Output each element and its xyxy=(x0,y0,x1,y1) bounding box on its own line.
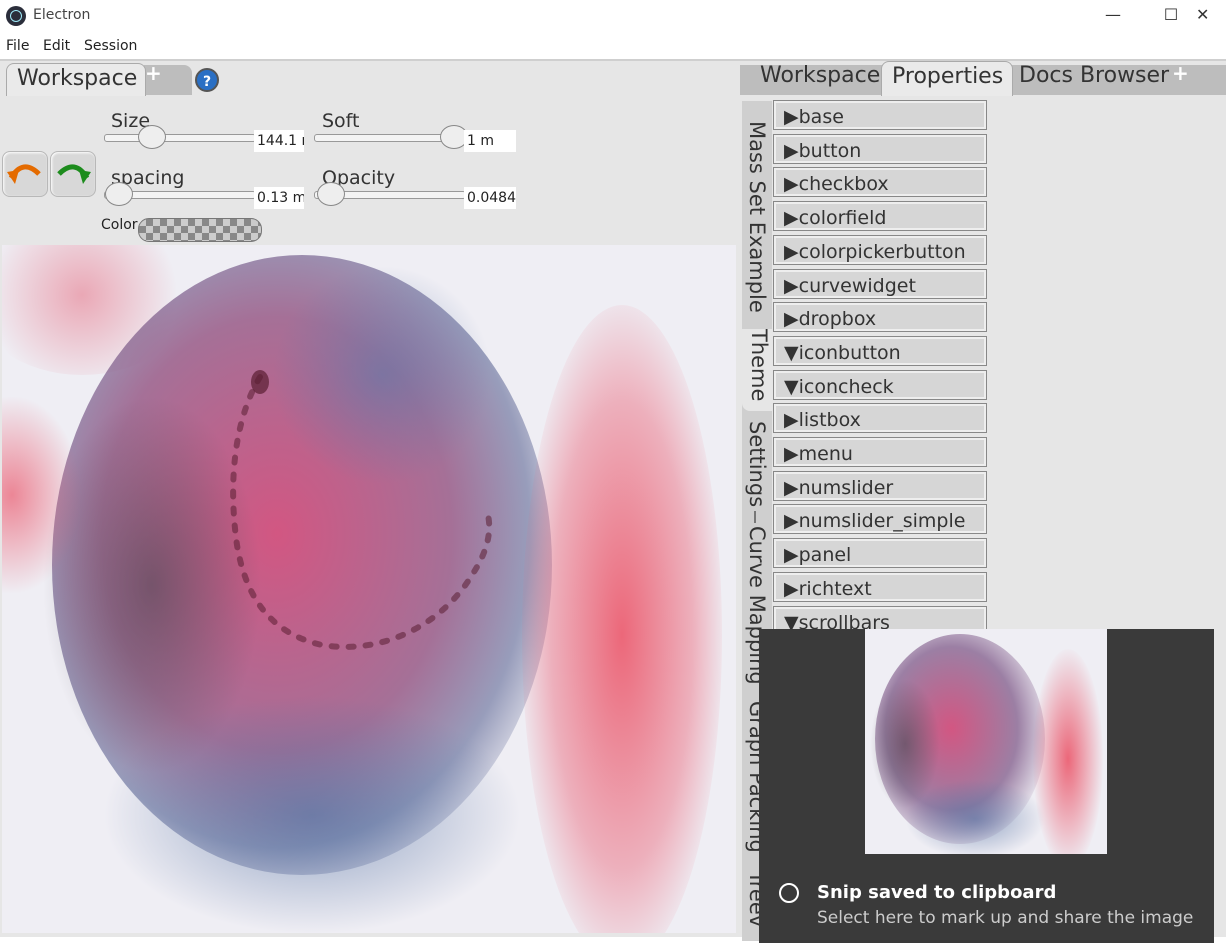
painting-canvas[interactable] xyxy=(2,245,736,933)
menu-bar: File Edit Session xyxy=(0,36,1226,58)
color-label: Color xyxy=(101,217,138,233)
property-label: curvewidget xyxy=(798,274,916,297)
property-label: panel xyxy=(798,544,852,567)
collapsed-arrow-icon: ▶ xyxy=(784,476,799,499)
close-button[interactable]: ✕ xyxy=(1196,0,1226,32)
property-menu[interactable]: ▶menu xyxy=(773,437,987,467)
snip-thumbnail[interactable] xyxy=(865,629,1107,854)
side-tab-divider xyxy=(754,511,756,523)
collapsed-arrow-icon: ▶ xyxy=(784,207,799,230)
property-label: iconcheck xyxy=(798,375,894,398)
collapsed-arrow-icon: ▶ xyxy=(784,443,799,465)
property-base[interactable]: ▶base xyxy=(773,100,987,130)
snip-notification[interactable]: Snip saved to clipboard Select here to m… xyxy=(759,629,1214,943)
brush-dots-overlay xyxy=(230,370,493,650)
title-bar: Electron — ☐ ✕ xyxy=(0,0,1226,32)
electron-logo-icon xyxy=(6,6,26,26)
property-button[interactable]: ▶button xyxy=(773,133,987,164)
tab-workspace-right[interactable]: Workspace xyxy=(760,63,880,88)
property-panel[interactable]: ▶panel xyxy=(773,538,987,569)
paint-stroke xyxy=(1033,649,1103,854)
property-dropbox[interactable]: ▶dropbox xyxy=(773,302,987,333)
help-icon[interactable]: ? xyxy=(195,68,219,92)
property-label: iconbutton xyxy=(798,341,901,364)
redo-button[interactable] xyxy=(50,151,96,197)
tab-docs-browser[interactable]: Docs Browser xyxy=(1019,63,1169,88)
collapsed-arrow-icon: ▶ xyxy=(784,240,799,263)
spacing-value-field[interactable]: 0.13 m xyxy=(254,187,304,209)
property-label: richtext xyxy=(798,577,872,600)
spacing-slider-handle[interactable] xyxy=(105,182,133,206)
collapsed-arrow-icon: ▶ xyxy=(784,544,799,567)
property-checkbox[interactable]: ▶checkbox xyxy=(773,167,987,198)
property-label: menu xyxy=(798,443,853,465)
size-value-field[interactable]: 144.1 m xyxy=(254,130,304,152)
collapsed-arrow-icon: ▶ xyxy=(784,577,799,600)
opacity-slider-handle[interactable] xyxy=(317,182,345,206)
expanded-arrow-icon: ▼ xyxy=(784,341,799,364)
toast-body: Select here to mark up and share the ima… xyxy=(817,908,1194,928)
soft-label: Soft xyxy=(322,110,360,132)
opacity-value-field[interactable]: 0.0484 xyxy=(464,187,516,209)
collapsed-arrow-icon: ▶ xyxy=(784,409,799,432)
property-numslider[interactable]: ▶numslider xyxy=(773,470,987,501)
property-label: checkbox xyxy=(798,173,889,196)
property-label: button xyxy=(798,139,862,162)
side-tab-settings[interactable]: Settings xyxy=(742,421,772,507)
collapsed-arrow-icon: ▶ xyxy=(784,308,799,331)
toast-title: Snip saved to clipboard xyxy=(817,882,1057,903)
size-slider-handle[interactable] xyxy=(138,125,166,149)
undo-button[interactable] xyxy=(2,151,48,197)
window-title: Electron xyxy=(33,7,91,23)
side-tab-theme[interactable]: Theme xyxy=(742,329,774,411)
property-label: colorfield xyxy=(798,207,887,230)
property-label: base xyxy=(798,106,844,128)
collapsed-arrow-icon: ▶ xyxy=(784,139,799,162)
property-richtext[interactable]: ▶richtext xyxy=(773,571,987,602)
maximize-button[interactable]: ☐ xyxy=(1148,0,1194,32)
add-tab-button-right[interactable]: + xyxy=(1172,61,1189,85)
size-slider-track[interactable] xyxy=(104,134,256,142)
property-label: listbox xyxy=(798,409,861,432)
collapsed-arrow-icon: ▶ xyxy=(784,106,799,128)
workspace-pane: Workspace + ? Size 144.1 m Soft 1 m spac… xyxy=(0,61,741,937)
collapsed-arrow-icon: ▶ xyxy=(784,510,799,533)
snip-image-icon xyxy=(779,883,799,903)
menu-session[interactable]: Session xyxy=(84,38,137,54)
expanded-arrow-icon: ▼ xyxy=(784,375,799,398)
color-swatch-button[interactable] xyxy=(138,218,262,242)
property-listbox[interactable]: ▶listbox xyxy=(773,403,987,434)
property-iconcheck[interactable]: ▼iconcheck xyxy=(773,369,987,400)
collapsed-arrow-icon: ▶ xyxy=(784,173,799,196)
tab-workspace[interactable]: Workspace xyxy=(6,63,146,96)
property-label: numslider xyxy=(798,476,894,499)
undo-icon xyxy=(7,164,41,184)
minimize-button[interactable]: — xyxy=(1090,0,1136,32)
property-label: colorpickerbutton xyxy=(798,240,966,263)
property-label: numslider_simple xyxy=(798,510,966,533)
side-tab-mass-set-example[interactable]: Mass Set Example xyxy=(742,121,772,313)
menu-file[interactable]: File xyxy=(6,38,29,54)
tab-properties[interactable]: Properties xyxy=(881,61,1013,96)
property-numslider_simple[interactable]: ▶numslider_simple xyxy=(773,504,987,535)
paint-stroke xyxy=(905,779,1045,854)
property-iconbutton[interactable]: ▼iconbutton xyxy=(773,335,987,366)
property-colorfield[interactable]: ▶colorfield xyxy=(773,201,987,232)
collapsed-arrow-icon: ▶ xyxy=(784,274,799,297)
soft-value-field[interactable]: 1 m xyxy=(464,130,516,152)
property-colorpickerbutton[interactable]: ▶colorpickerbutton xyxy=(773,234,987,265)
redo-icon xyxy=(57,164,91,184)
property-label: dropbox xyxy=(798,308,877,331)
add-tab-button[interactable]: + xyxy=(145,61,162,85)
menu-edit[interactable]: Edit xyxy=(43,38,70,54)
property-curvewidget[interactable]: ▶curvewidget xyxy=(773,268,987,299)
